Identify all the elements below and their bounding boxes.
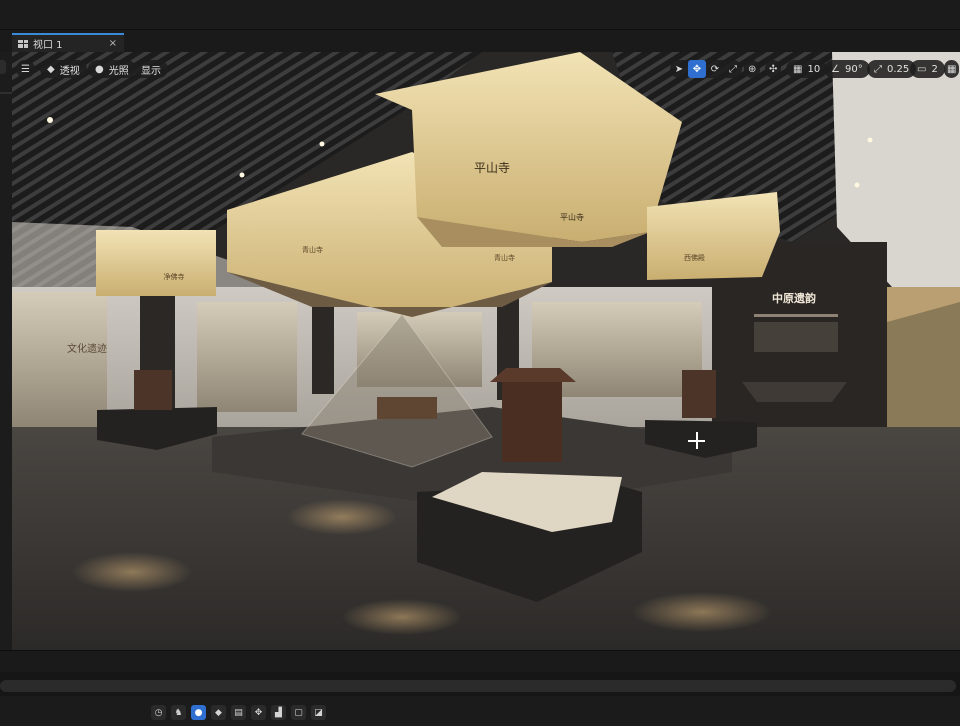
museum-render: 文化遗迹 中原遗韵 净佛寺 青山寺 青山寺 平山寺 平山寺 西佛殿	[12, 52, 960, 650]
rotation-snap-value: 90°	[844, 63, 863, 75]
clock-icon[interactable]: ◷	[151, 705, 166, 720]
snap-surface-icon: ✣	[769, 63, 778, 75]
sign-center-side-text: 平山寺	[560, 212, 584, 222]
perspective-label: 透视	[59, 65, 80, 77]
level-viewport[interactable]: 文化遗迹 中原遗韵 净佛寺 青山寺 青山寺 平山寺 平山寺 西佛殿 ☰ ◆ 透视…	[12, 52, 960, 650]
camera-icon: ▭	[917, 63, 927, 75]
left-wall-text: 文化遗迹	[67, 342, 107, 355]
show-button[interactable]: 显示	[134, 60, 168, 78]
pagoda-gate-model	[502, 382, 562, 462]
camera-speed-button[interactable]: ▭ 2	[910, 60, 945, 78]
blocks-icon[interactable]: ▟	[271, 705, 286, 720]
status-strip	[0, 650, 960, 672]
viewport-tab-bar: 视口 1 ×	[0, 30, 960, 52]
perspective-button[interactable]: ◆ 透视	[40, 60, 87, 78]
scale-tool-icon[interactable]: ⤢	[724, 60, 742, 78]
scale-snap-icon: ⤢	[874, 63, 882, 75]
frame-icon[interactable]: ▢	[291, 705, 306, 720]
vitrine-left-2	[197, 302, 297, 412]
angle-icon: ∠	[831, 63, 840, 75]
sign-small-left-text: 净佛寺	[164, 272, 185, 281]
sign-left-text: 青山寺	[302, 245, 323, 254]
grid-icon: ▦	[793, 63, 803, 75]
main-menu-bar	[0, 0, 960, 30]
viewport-tab-label: 视口 1	[33, 40, 63, 51]
right-wall-title: 中原遗韵	[772, 291, 816, 305]
sign-center-text: 平山寺	[474, 161, 510, 175]
actor-icon[interactable]: ♞	[171, 705, 186, 720]
scale-snap-value: 0.25	[887, 63, 910, 75]
show-label: 显示	[141, 65, 161, 77]
panel-divider	[0, 92, 12, 94]
surface-snap-button[interactable]: ✣	[765, 60, 782, 78]
viewport-options-button[interactable]: ☰	[16, 60, 35, 78]
grid-snap-value: 10	[807, 63, 821, 75]
sign-right	[647, 192, 780, 280]
viewport-grid-icon	[18, 39, 28, 48]
sphere-icon: ●	[95, 63, 104, 75]
bottom-toolbar	[0, 696, 960, 726]
camera-speed-value: 2	[931, 63, 938, 75]
rotation-snap-button[interactable]: ∠ 90°	[824, 60, 870, 78]
cube-icon: ◆	[47, 63, 55, 75]
layout-button[interactable]: ▦	[944, 60, 960, 78]
coordinate-system-button[interactable]: ⊕	[744, 60, 761, 78]
globe-icon: ⊕	[748, 63, 757, 75]
sign-small-left	[96, 230, 216, 296]
horizontal-scrollbar[interactable]	[0, 680, 956, 692]
camera-icon[interactable]: ▤	[231, 705, 246, 720]
vitrine-left	[12, 292, 107, 427]
select-tool-icon[interactable]: ➤	[670, 60, 688, 78]
folder-icon[interactable]: ◪	[311, 705, 326, 720]
layout-grid-icon: ▦	[947, 63, 957, 75]
sign-right-text: 西佛殿	[684, 253, 705, 262]
light-icon[interactable]: ●	[191, 705, 206, 720]
left-panel-edge	[0, 52, 12, 650]
panel-collapse-handle[interactable]	[0, 60, 6, 74]
scale-snap-button[interactable]: ⤢ 0.25	[867, 60, 917, 78]
particles-icon[interactable]: ✥	[251, 705, 266, 720]
hamburger-icon: ☰	[21, 63, 30, 75]
mesh-icon[interactable]: ◆	[211, 705, 226, 720]
grid-snap-button[interactable]: ▦ 10	[786, 60, 828, 78]
editor-window: 视口 1 × 文化遗迹 中原遗韵 净佛寺 青山寺 青山寺 平山寺 平山寺 西佛殿…	[0, 0, 960, 726]
transform-tools: ➤ ✥ ⟳ ⤢	[670, 60, 742, 78]
lighting-label: 光照	[108, 65, 129, 77]
sign-center-lower-text: 青山寺	[494, 253, 515, 262]
close-icon[interactable]: ×	[109, 38, 117, 49]
rotate-tool-icon[interactable]: ⟳	[706, 60, 724, 78]
translate-tool-icon[interactable]: ✥	[688, 60, 706, 78]
viewport-tab[interactable]: 视口 1 ×	[12, 33, 124, 52]
crosshair-cursor-icon	[688, 432, 705, 449]
lighting-mode-button[interactable]: ● 光照	[88, 60, 136, 78]
